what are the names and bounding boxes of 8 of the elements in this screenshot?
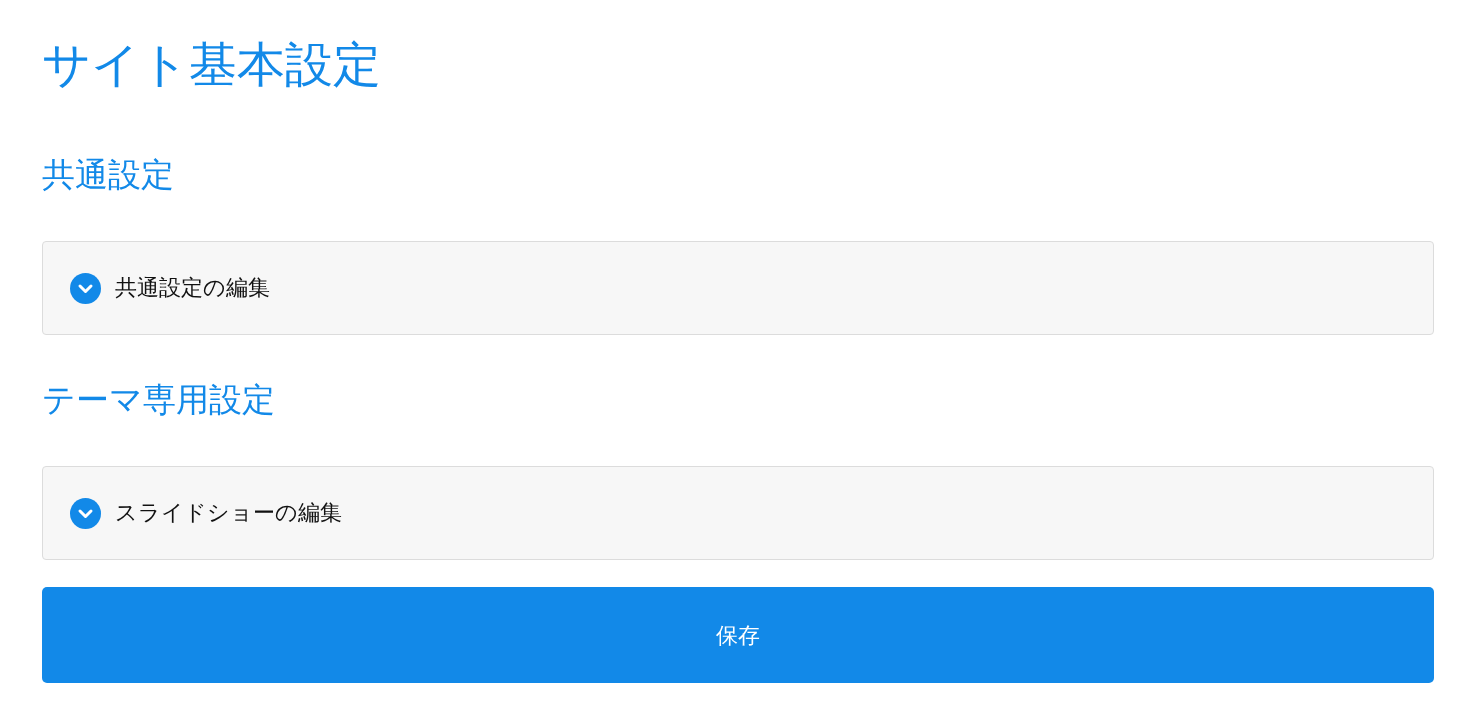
- accordion-title: スライドショーの編集: [115, 502, 342, 524]
- accordion-header[interactable]: スライドショーの編集: [42, 466, 1434, 560]
- page-title: サイト基本設定: [42, 37, 381, 93]
- section-heading: テーマ専用設定: [42, 380, 275, 420]
- save-button[interactable]: 保存: [42, 587, 1434, 683]
- accordion-title: 共通設定の編集: [115, 277, 270, 299]
- section-heading: 共通設定: [42, 155, 174, 195]
- accordion-header[interactable]: 共通設定の編集: [42, 241, 1434, 335]
